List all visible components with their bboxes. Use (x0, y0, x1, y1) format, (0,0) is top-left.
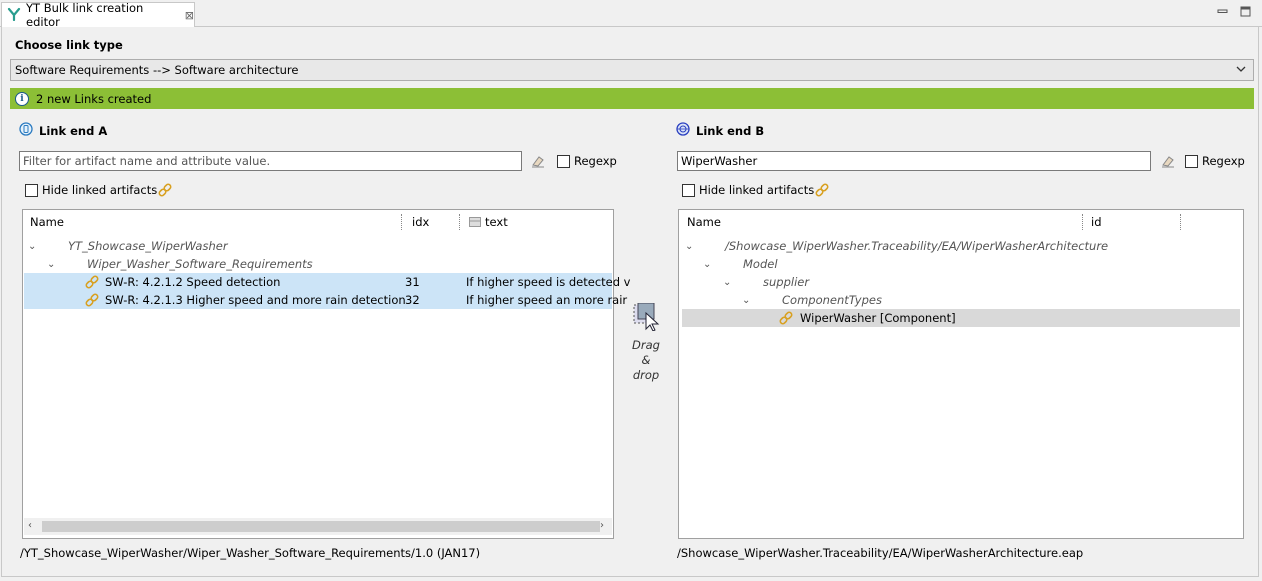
editor-tab[interactable]: YT Bulk link creation editor ⊠ (1, 1, 195, 29)
drag-drop-icon[interactable] (632, 302, 662, 334)
tree-row[interactable]: ⌄ Wiper_Washer_Software_Requirements (47, 255, 313, 273)
end-b-hide-linked-checkbox[interactable]: Hide linked artifacts (682, 183, 814, 197)
regexp-b-box[interactable] (1185, 154, 1198, 168)
link-end-a-label: Link end A (19, 122, 107, 139)
chevron-down-icon[interactable]: ⌄ (47, 259, 61, 270)
minimize-icon[interactable] (1217, 6, 1229, 17)
link-chain-icon (84, 292, 100, 308)
end-b-filter-value: WiperWasher (681, 154, 758, 168)
end-a-hide-linked-checkbox[interactable]: Hide linked artifacts (25, 183, 157, 197)
column-header-text[interactable]: text (469, 210, 508, 234)
link-chain-icon[interactable] (157, 182, 173, 201)
link-end-a-icon (19, 122, 33, 139)
info-icon: i (15, 91, 29, 106)
column-divider[interactable] (401, 214, 402, 230)
chevron-down-icon (1235, 63, 1247, 78)
scrollbar-thumb[interactable] (42, 521, 600, 532)
link-chain-icon[interactable] (814, 182, 830, 201)
chevron-down-icon[interactable]: ⌄ (685, 241, 699, 252)
end-b-path: /Showcase_WiperWasher.Traceability/EA/Wi… (677, 546, 1084, 560)
scroll-right-icon[interactable]: › (600, 520, 604, 531)
chevron-down-icon[interactable]: ⌄ (28, 241, 42, 252)
drag-drop-label: Drag & drop (632, 338, 660, 382)
end-b-filter-input[interactable]: WiperWasher (677, 151, 1151, 171)
end-a-filter-placeholder: Filter for artifact name and attribute v… (23, 154, 271, 168)
scroll-left-icon[interactable]: ‹ (28, 520, 32, 531)
chevron-down-icon[interactable]: ⌄ (742, 295, 756, 306)
clear-filter-a-icon[interactable] (530, 153, 546, 172)
tree-row[interactable]: ⌄ supplier (723, 273, 809, 291)
tree-row[interactable]: ⌄ YT_Showcase_WiperWasher (28, 237, 228, 255)
hide-linked-b-box[interactable] (682, 183, 695, 197)
column-header-idx[interactable]: idx (412, 210, 429, 234)
end-a-regexp-checkbox[interactable]: Regexp (557, 154, 617, 168)
info-message: 2 new Links created (36, 91, 152, 106)
hide-linked-a-box[interactable] (25, 183, 38, 197)
link-chain-icon (778, 310, 794, 326)
close-tab-icon[interactable]: ⊠ (185, 9, 194, 22)
end-a-tree[interactable]: Name idx text ⌄ YT_Showcase_WiperWasher … (22, 209, 631, 539)
end-b-regexp-checkbox[interactable]: Regexp (1185, 154, 1245, 168)
chevron-down-icon[interactable]: ⌄ (723, 277, 737, 288)
tree-row-selected[interactable]: WiperWasher [Component] (682, 309, 1240, 327)
column-divider[interactable] (1180, 214, 1181, 230)
end-a-filter-input[interactable]: Filter for artifact name and attribute v… (19, 151, 522, 171)
column-header-name[interactable]: Name (687, 210, 721, 234)
tree-row[interactable]: ⌄ ComponentTypes (742, 291, 882, 309)
tree-row[interactable]: ⌄ Model (703, 255, 778, 273)
end-b-tree[interactable]: Name id ⌄ /Showcase_WiperWasher.Traceabi… (678, 209, 1244, 539)
regexp-a-box[interactable] (557, 154, 570, 168)
maximize-icon[interactable] (1240, 6, 1252, 17)
editor-tab-title: YT Bulk link creation editor (26, 1, 144, 29)
column-header-name[interactable]: Name (30, 210, 64, 234)
end-a-path: /YT_Showcase_WiperWasher/Wiper_Washer_So… (20, 546, 481, 560)
chevron-down-icon[interactable]: ⌄ (703, 259, 717, 270)
clear-filter-b-icon[interactable] (1160, 153, 1176, 172)
info-banner: i 2 new Links created (10, 88, 1254, 109)
link-end-b-icon (676, 122, 690, 139)
column-divider[interactable] (1082, 214, 1083, 230)
link-type-selected: Software Requirements --> Software archi… (15, 63, 299, 77)
hide-linked-a-label: Hide linked artifacts (42, 183, 158, 197)
tree-row[interactable]: ⌄ /Showcase_WiperWasher.Traceability/EA/… (685, 237, 1108, 255)
link-end-b-label: Link end B (676, 122, 764, 139)
regexp-a-label: Regexp (574, 154, 617, 168)
horizontal-scrollbar[interactable]: ‹ › (24, 518, 612, 535)
choose-link-type-label: Choose link type (15, 38, 123, 52)
table-icon (469, 217, 481, 227)
regexp-b-label: Regexp (1202, 154, 1245, 168)
tree-row-selected[interactable]: SW-R: 4.2.1.2 Speed detection 31 If high… (24, 273, 631, 291)
yt-logo-icon (7, 7, 21, 24)
hide-linked-b-label: Hide linked artifacts (699, 183, 815, 197)
tree-row-selected[interactable]: SW-R: 4.2.1.3 Higher speed and more rain… (24, 291, 627, 309)
link-chain-icon (84, 274, 100, 290)
link-type-dropdown[interactable]: Software Requirements --> Software archi… (10, 59, 1254, 81)
column-divider[interactable] (459, 214, 460, 230)
column-header-id[interactable]: id (1091, 210, 1102, 234)
